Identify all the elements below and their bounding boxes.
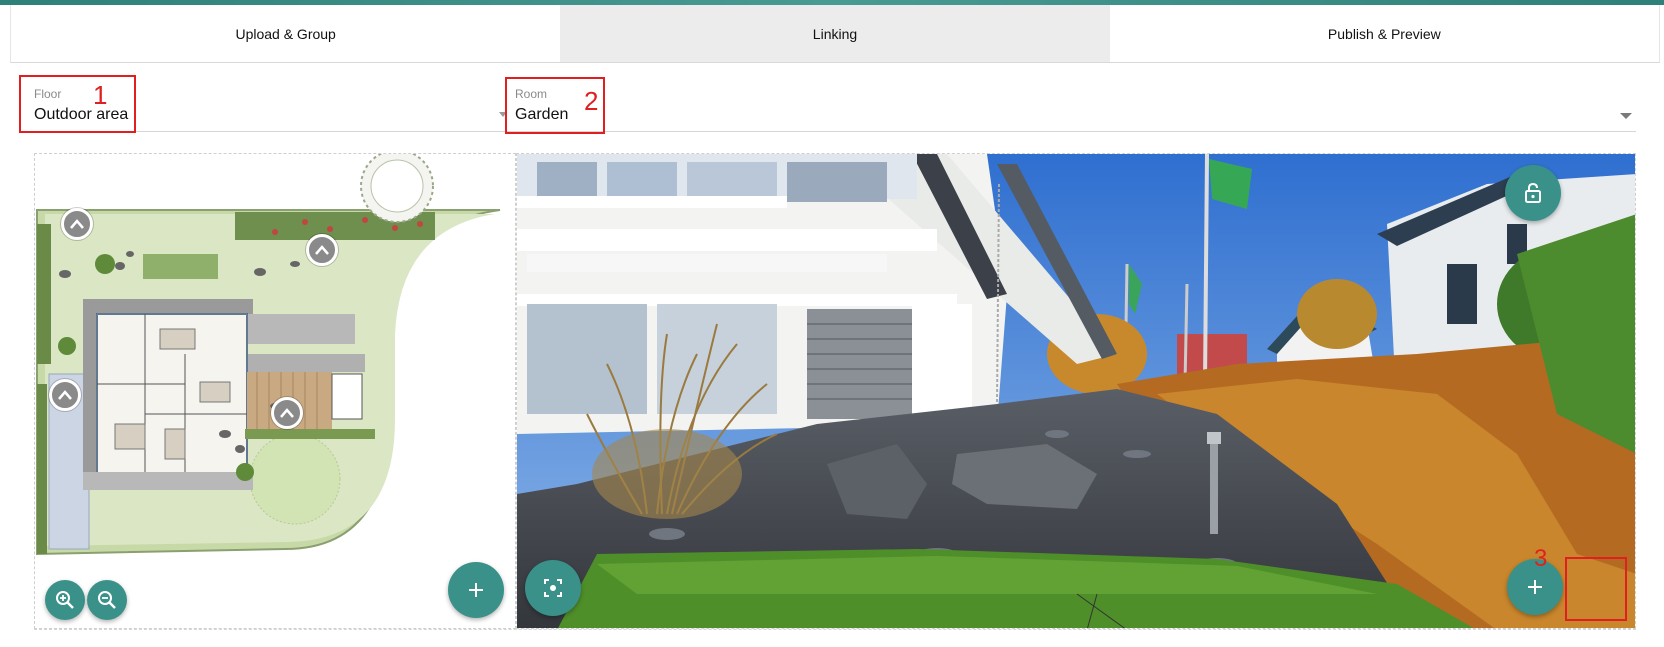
tab-publish-preview[interactable]: Publish & Preview <box>1109 5 1659 62</box>
tab-upload-group-label: Upload & Group <box>235 25 336 42</box>
annotation-number-1: 1 <box>93 80 108 110</box>
panel-bottom-divider <box>34 629 1636 630</box>
chevron-up-icon <box>58 390 72 400</box>
app-window: Upload & Group Linking Publish & Preview… <box>0 0 1664 647</box>
select-underline <box>34 131 1636 132</box>
annotation-number-3: 3 <box>1534 545 1548 572</box>
room-select[interactable]: Room Garden <box>515 87 1635 124</box>
lock-icon <box>1525 182 1541 203</box>
chevron-up-icon <box>280 408 294 418</box>
zoom-out-icon <box>98 591 116 609</box>
room-chevron-down-icon[interactable] <box>1620 113 1632 119</box>
pano-marker[interactable] <box>306 234 338 266</box>
floor-plan-panel[interactable] <box>34 153 516 629</box>
plus-icon <box>469 583 483 597</box>
tab-linking-label: Linking <box>812 25 858 42</box>
plus-icon <box>1528 580 1542 594</box>
tab-publish-preview-label: Publish & Preview <box>1327 25 1441 42</box>
zoom-in-button[interactable] <box>45 580 85 620</box>
tab-upload-group[interactable]: Upload & Group <box>11 5 561 62</box>
panorama-image <box>517 154 1635 628</box>
annotation-box-3 <box>1565 557 1627 621</box>
add-marker-button[interactable] <box>448 562 504 618</box>
chevron-up-icon <box>70 219 84 229</box>
annotation-number-2: 2 <box>584 86 599 116</box>
chevron-up-icon <box>315 245 329 255</box>
zoom-out-button[interactable] <box>87 580 127 620</box>
tab-linking[interactable]: Linking <box>560 5 1110 62</box>
zoom-in-icon <box>56 591 74 609</box>
panorama-viewer[interactable] <box>516 153 1636 629</box>
pano-marker-active[interactable] <box>271 397 303 429</box>
floor-plan-image <box>36 154 501 556</box>
pano-marker[interactable] <box>49 379 81 411</box>
room-select-label: Room <box>515 87 548 101</box>
lock-button[interactable] <box>1505 165 1561 221</box>
annotation-box-1 <box>19 75 136 133</box>
pano-marker[interactable] <box>61 208 93 240</box>
room-select-value: Garden <box>515 106 569 123</box>
focus-button[interactable] <box>525 560 581 616</box>
focus-icon <box>544 579 562 597</box>
step-tabs: Upload & Group Linking Publish & Preview <box>10 5 1660 63</box>
